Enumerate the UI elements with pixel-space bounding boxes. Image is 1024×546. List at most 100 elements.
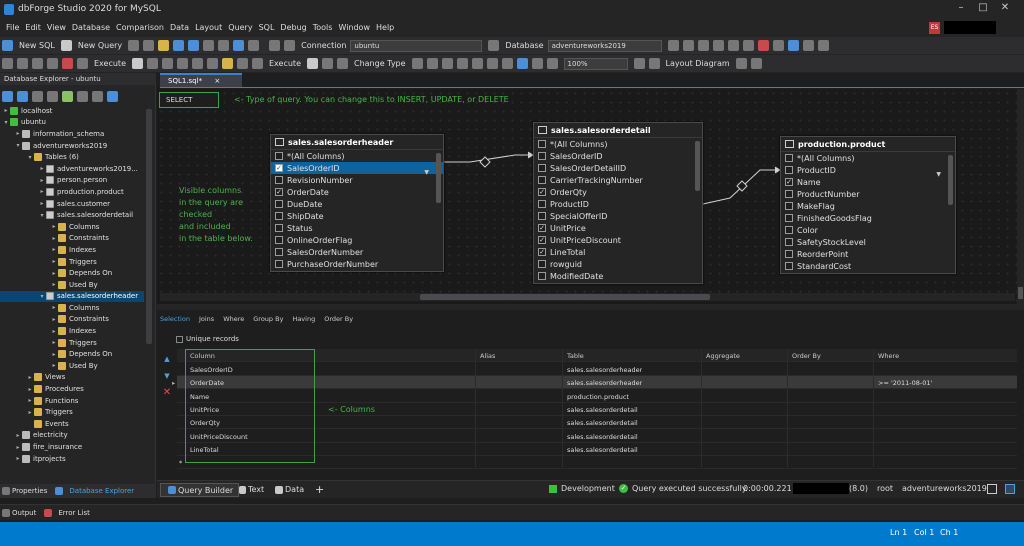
subtab-group-by[interactable]: Group By (253, 315, 283, 323)
column-row[interactable]: OnlineOrderFlag (271, 234, 443, 246)
column-checkbox[interactable]: ✓ (785, 178, 793, 186)
grid-cell[interactable]: sales.salesorderdetail (567, 433, 638, 441)
grid-header-cell[interactable]: Alias (480, 352, 495, 360)
grid-cell[interactable]: sales.salesorderdetail (567, 446, 638, 454)
column-checkbox[interactable] (275, 176, 283, 184)
column-checkbox[interactable]: ✓ (275, 164, 283, 172)
column-row[interactable]: RevisionNumber (271, 174, 443, 186)
grid-cell[interactable]: production.product (567, 393, 629, 401)
column-checkbox[interactable]: ✓ (538, 224, 546, 232)
delete-row-icon[interactable]: ✕ (160, 387, 174, 398)
column-checkbox[interactable]: ✓ (538, 236, 546, 244)
column-checkbox[interactable] (538, 260, 546, 268)
grid-cell[interactable]: sales.salesorderdetail (567, 419, 638, 427)
table-scrollbar[interactable] (948, 155, 953, 205)
column-checkbox[interactable] (538, 212, 546, 220)
column-checkbox[interactable] (275, 248, 283, 256)
column-checkbox[interactable] (275, 212, 283, 220)
column-row[interactable]: ✓ OrderQty (534, 186, 702, 198)
unique-records-checkbox[interactable] (176, 336, 183, 343)
column-checkbox[interactable] (785, 226, 793, 234)
column-row[interactable]: *(All Columns) (534, 138, 702, 150)
column-checkbox[interactable] (538, 164, 546, 172)
column-row[interactable]: ShipDate (271, 210, 443, 222)
filter-icon[interactable]: ▼ (424, 169, 429, 176)
table-product[interactable]: production.product *(All Columns) ProductI… (780, 136, 956, 274)
column-row[interactable]: ModifiedDate (534, 270, 702, 282)
column-checkbox[interactable] (785, 202, 793, 210)
data-tab[interactable]: Data (273, 485, 304, 494)
column-row[interactable]: ✓ LineTotal (534, 246, 702, 258)
column-checkbox[interactable] (275, 236, 283, 244)
column-row[interactable]: SalesOrderNumber (271, 246, 443, 258)
text-tab[interactable]: Text (237, 485, 264, 494)
column-row[interactable]: ✓ SalesOrderID (271, 162, 443, 174)
subtab-joins[interactable]: Joins (199, 315, 214, 323)
column-row[interactable]: *(All Columns) (271, 150, 443, 162)
column-checkbox[interactable] (275, 200, 283, 208)
column-row[interactable]: CarrierTrackingNumber (534, 174, 702, 186)
column-row[interactable]: Status (271, 222, 443, 234)
column-row[interactable]: ProductID (781, 164, 955, 176)
table-title[interactable]: production.product (781, 137, 955, 152)
column-row[interactable]: FinishedGoodsFlag (781, 212, 955, 224)
column-row[interactable]: PurchaseOrderNumber (271, 258, 443, 270)
grid-cell[interactable]: sales.salesorderheader (567, 379, 642, 387)
column-row[interactable]: ProductNumber (781, 188, 955, 200)
column-checkbox[interactable] (785, 238, 793, 246)
column-checkbox[interactable] (785, 262, 793, 270)
add-tab-button[interactable]: + (315, 483, 324, 496)
column-row[interactable]: SalesOrderDetailID (534, 162, 702, 174)
column-row[interactable]: ReorderPoint (781, 248, 955, 260)
column-row[interactable]: rowguid (534, 258, 702, 270)
column-row[interactable]: StandardCost (781, 260, 955, 272)
column-row[interactable]: ✓ Name (781, 176, 955, 188)
output-tab[interactable]: Output (12, 509, 36, 517)
column-checkbox[interactable]: ✓ (275, 188, 283, 196)
column-checkbox[interactable] (785, 166, 793, 174)
column-checkbox[interactable] (538, 200, 546, 208)
move-up-icon[interactable]: ▲ (160, 355, 174, 364)
column-row[interactable]: SpecialOfferID (534, 210, 702, 222)
table-salesorderheader[interactable]: sales.salesorderheader *(All Columns) ✓ Sal… (270, 134, 444, 272)
query-type-box[interactable]: SELECT (159, 92, 219, 108)
column-row[interactable]: *(All Columns) (781, 152, 955, 164)
column-checkbox[interactable] (785, 214, 793, 222)
subtab-having[interactable]: Having (292, 315, 315, 323)
column-checkbox[interactable] (275, 224, 283, 232)
table-title[interactable]: sales.salesorderheader (271, 135, 443, 150)
grid-header-cell[interactable]: Order By (792, 352, 821, 360)
subtab-where[interactable]: Where (223, 315, 244, 323)
canvas-horizontal-scrollbar[interactable] (160, 293, 1015, 301)
grid-cell[interactable]: sales.salesorderheader (567, 366, 642, 374)
column-checkbox[interactable] (538, 272, 546, 280)
layout-icon-1[interactable] (987, 484, 997, 494)
query-builder-tab[interactable]: Query Builder (160, 483, 240, 497)
column-row[interactable]: ✓ OrderDate (271, 186, 443, 198)
table-scrollbar[interactable] (436, 153, 441, 203)
column-row[interactable]: ✓ UnitPrice (534, 222, 702, 234)
column-row[interactable]: Color (781, 224, 955, 236)
subtab-order-by[interactable]: Order By (324, 315, 353, 323)
subtab-selection[interactable]: Selection (160, 315, 190, 323)
column-checkbox[interactable] (538, 140, 546, 148)
column-checkbox[interactable] (275, 152, 283, 160)
filter-icon[interactable]: ▼ (936, 171, 941, 178)
column-checkbox[interactable]: ✓ (538, 188, 546, 196)
column-row[interactable]: DueDate (271, 198, 443, 210)
column-row[interactable]: ProductID (534, 198, 702, 210)
table-title[interactable]: sales.salesorderdetail (534, 123, 702, 138)
column-checkbox[interactable] (275, 260, 283, 268)
column-row[interactable]: SafetyStockLevel (781, 236, 955, 248)
column-checkbox[interactable]: ✓ (538, 248, 546, 256)
error-list-tab[interactable]: Error List (58, 509, 90, 517)
column-checkbox[interactable] (538, 176, 546, 184)
column-row[interactable]: MakeFlag (781, 200, 955, 212)
column-row[interactable]: SalesOrderID (534, 150, 702, 162)
grid-cell[interactable]: >= '2011-08-01' (878, 379, 932, 387)
column-checkbox[interactable] (785, 250, 793, 258)
column-checkbox[interactable] (538, 152, 546, 160)
splitter[interactable] (157, 304, 1024, 310)
column-row[interactable]: ✓ UnitPriceDiscount (534, 234, 702, 246)
table-salesorderdetail[interactable]: sales.salesorderdetail *(All Columns) Sale… (533, 122, 703, 284)
